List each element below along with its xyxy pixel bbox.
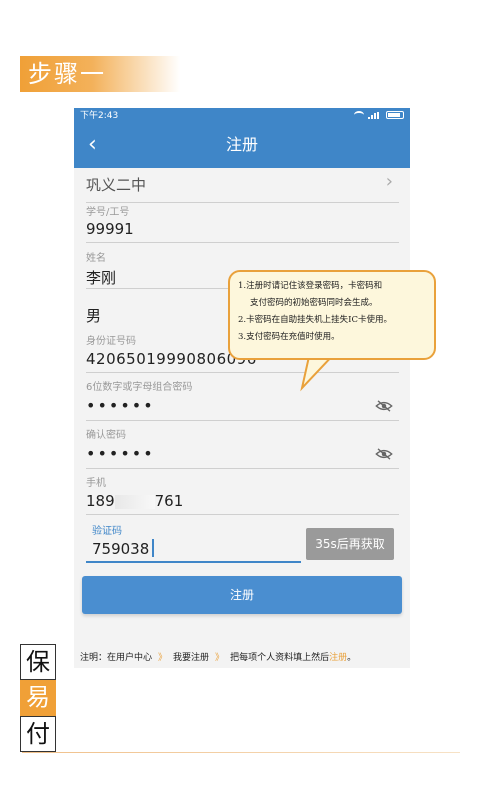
- verify-code-input[interactable]: 759038: [86, 536, 301, 560]
- verify-code-underline: [86, 561, 301, 563]
- register-button[interactable]: 注册: [82, 576, 402, 614]
- student-id-field[interactable]: 学号/工号 99991: [86, 202, 399, 243]
- note-prefix: 注明：在用户中心: [80, 653, 153, 663]
- note-middle: 把每项个人资料填上然后: [230, 653, 330, 663]
- callout-line-4: 3.支付密码在充值时使用。: [238, 332, 340, 342]
- phone-field[interactable]: 手机 189 761: [86, 468, 399, 515]
- brand-char-3: 付: [20, 716, 56, 752]
- wifi-icon: [354, 111, 364, 119]
- instruction-note: 注明：在用户中心》我要注册》把每项个人资料填上然后注册。: [80, 650, 440, 663]
- footer-divider: [22, 752, 460, 753]
- resend-code-button[interactable]: 35s后再获取: [306, 528, 394, 560]
- step-banner: 步骤一: [20, 56, 180, 92]
- signal-icon: [368, 111, 382, 119]
- brand-char-2: 易: [20, 680, 56, 716]
- text-cursor: [152, 539, 154, 557]
- brand-char-1: 保: [20, 644, 56, 680]
- phone-suffix: 761: [154, 492, 184, 510]
- chevron-right-icon: ›: [385, 171, 393, 192]
- verify-code-label: 验证码: [92, 526, 122, 537]
- eye-hidden-icon[interactable]: [375, 448, 393, 460]
- chevron-double-icon: 》: [158, 653, 168, 663]
- phone-label: 手机: [86, 478, 106, 489]
- status-bar: 下午2:43: [74, 108, 410, 124]
- callout-line-2: 支付密码的初始密码同时会生成。: [250, 298, 378, 308]
- confirm-password-label: 确认密码: [86, 430, 126, 441]
- eye-hidden-icon[interactable]: [375, 400, 393, 412]
- school-select[interactable]: 巩义二中 ›: [86, 168, 399, 203]
- callout-line-3: 2.卡密码在自助挂失机上挂失IC卡使用。: [238, 315, 392, 325]
- name-label: 姓名: [86, 253, 106, 264]
- id-card-label: 身份证号码: [86, 336, 136, 347]
- nav-bar: ‹ 注册: [74, 124, 410, 168]
- password-value: ••••••: [86, 396, 155, 415]
- confirm-password-field[interactable]: 确认密码 ••••••: [86, 420, 399, 469]
- password-label: 6位数字或字母组合密码: [86, 382, 193, 393]
- battery-icon: [386, 111, 404, 119]
- verify-code-value: 759038: [92, 540, 150, 558]
- chevron-double-icon: 》: [215, 653, 225, 663]
- password-field[interactable]: 6位数字或字母组合密码 ••••••: [86, 372, 399, 421]
- student-id-label: 学号/工号: [86, 207, 130, 218]
- student-id-value: 99991: [86, 220, 134, 238]
- note-action: 注册: [329, 653, 348, 663]
- status-time: 下午2:43: [80, 111, 119, 121]
- callout-line-1: 1.注册时请记住该登录密码，卡密码和: [238, 281, 383, 291]
- name-value: 李刚: [86, 269, 117, 287]
- phone-prefix: 189: [86, 492, 115, 510]
- status-icons: [354, 111, 404, 119]
- phone-screenshot: 下午2:43 ‹ 注册 巩义二中 › 学号/工号 99991 姓名 李刚 男 身…: [74, 108, 410, 668]
- school-value: 巩义二中: [86, 176, 147, 194]
- confirm-password-value: ••••••: [86, 444, 155, 463]
- note-step: 我要注册: [173, 653, 210, 663]
- note-end: 。: [347, 653, 357, 663]
- page-title: 注册: [225, 135, 258, 154]
- callout-bubble: 1.注册时请记住该登录密码，卡密码和 支付密码的初始密码同时会生成。 2.卡密码…: [228, 270, 436, 360]
- phone-redaction: [114, 494, 155, 509]
- gender-value: 男: [86, 307, 102, 325]
- phone-value: 189 761: [86, 492, 183, 510]
